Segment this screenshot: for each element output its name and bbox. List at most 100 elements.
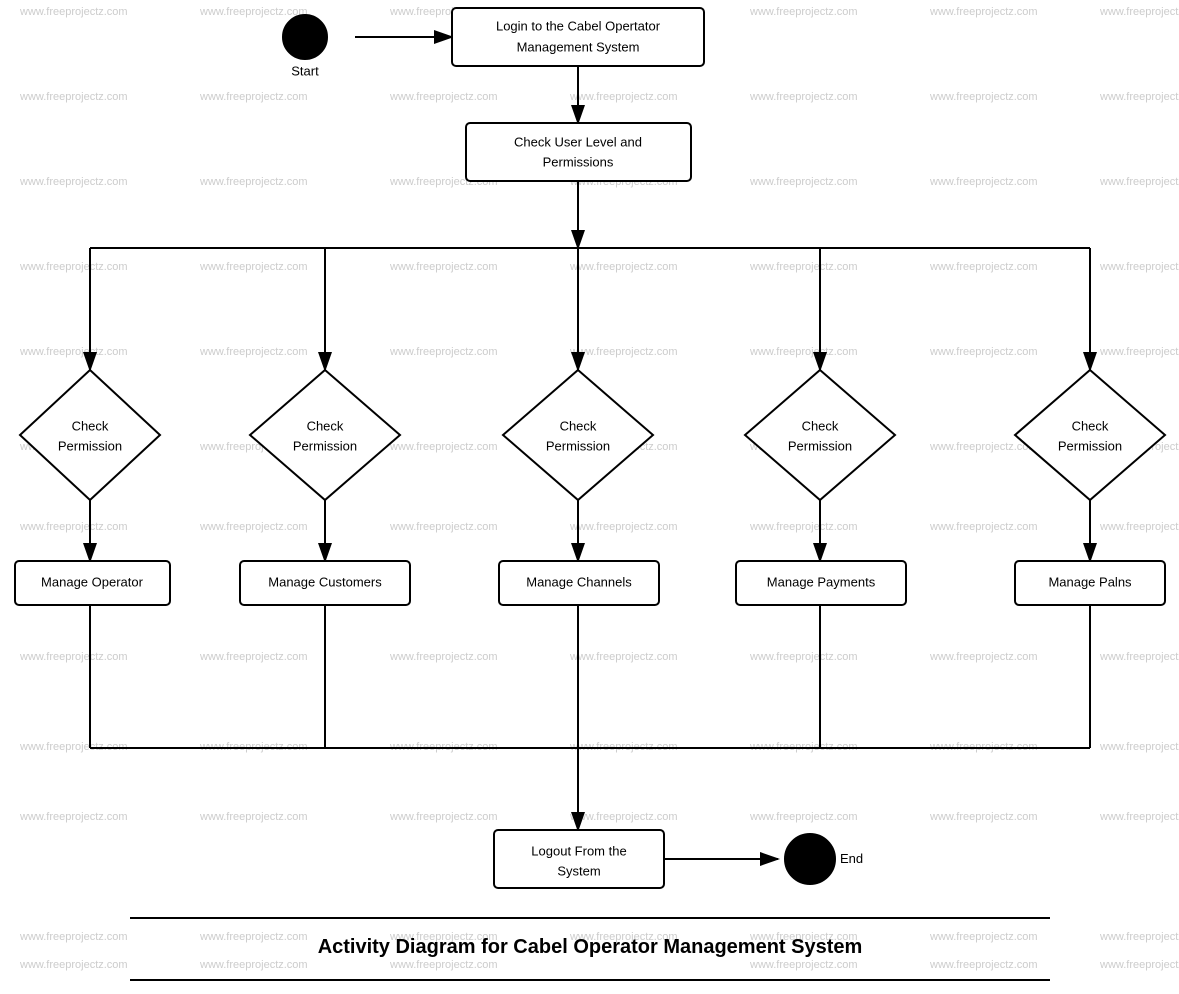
svg-text:www.freeprojectz.com: www.freeprojectz.com — [199, 959, 308, 971]
svg-text:www.freeprojectz.com: www.freeprojectz.com — [389, 959, 498, 971]
svg-text:www.freeprojectz.com: www.freeprojectz.com — [569, 91, 678, 103]
svg-text:www.freeprojectz.com: www.freeprojectz.com — [569, 521, 678, 533]
svg-text:www.freeprojectz.com: www.freeprojectz.com — [199, 346, 308, 358]
svg-text:www.freeprojectz.com: www.freeprojectz.com — [389, 441, 498, 453]
svg-text:www.freeprojectz.com: www.freeprojectz.com — [929, 651, 1038, 663]
svg-text:www.freeprojectz.com: www.freeprojectz.com — [199, 521, 308, 533]
check-perm3-label: Check — [560, 418, 597, 433]
svg-text:www.freeprojectz.com: www.freeprojectz.com — [1099, 6, 1179, 18]
check-perm1-node — [20, 370, 160, 500]
login-label2: Management System — [517, 39, 640, 54]
check-perm2-label: Check — [307, 418, 344, 433]
svg-text:www.freeprojectz.com: www.freeprojectz.com — [1099, 261, 1179, 273]
login-label: Login to the Cabel Opertator — [496, 18, 661, 33]
svg-text:www.freeprojectz.com: www.freeprojectz.com — [389, 346, 498, 358]
svg-text:www.freeprojectz.com: www.freeprojectz.com — [389, 521, 498, 533]
svg-text:www.freeprojectz.com: www.freeprojectz.com — [19, 261, 128, 273]
manage-plans-label: Manage Palns — [1048, 574, 1132, 589]
check-user-level-node — [466, 123, 691, 181]
logout-label: Logout From the — [531, 843, 626, 858]
svg-text:www.freeprojectz.com: www.freeprojectz.com — [929, 346, 1038, 358]
manage-customers-label: Manage Customers — [268, 574, 382, 589]
svg-text:www.freeprojectz.com: www.freeprojectz.com — [929, 441, 1038, 453]
diagram-container: www.freeprojectz.com www.freeprojectz.co… — [0, 0, 1179, 989]
svg-text:www.freeprojectz.com: www.freeprojectz.com — [19, 931, 128, 943]
svg-text:www.freeprojectz.com: www.freeprojectz.com — [569, 651, 678, 663]
diagram-title: Activity Diagram for Cabel Operator Mana… — [318, 936, 863, 958]
check-perm1-label: Check — [72, 418, 109, 433]
svg-text:www.freeprojectz.com: www.freeprojectz.com — [389, 91, 498, 103]
check-user-level-label2: Permissions — [543, 154, 614, 169]
svg-text:www.freeprojectz.com: www.freeprojectz.com — [929, 176, 1038, 188]
svg-text:www.freeprojectz.com: www.freeprojectz.com — [199, 931, 308, 943]
svg-text:www.freeprojectz.com: www.freeprojectz.com — [19, 6, 128, 18]
svg-text:www.freeprojectz.com: www.freeprojectz.com — [1099, 346, 1179, 358]
svg-text:www.freeprojectz.com: www.freeprojectz.com — [569, 261, 678, 273]
svg-text:www.freeprojectz.com: www.freeprojectz.com — [749, 261, 858, 273]
svg-text:www.freeprojectz.com: www.freeprojectz.com — [929, 91, 1038, 103]
check-perm3-node — [503, 370, 653, 500]
end-node — [785, 834, 835, 884]
svg-text:www.freeprojectz.com: www.freeprojectz.com — [19, 811, 128, 823]
svg-text:www.freeprojectz.com: www.freeprojectz.com — [199, 91, 308, 103]
svg-text:www.freeprojectz.com: www.freeprojectz.com — [749, 176, 858, 188]
svg-text:www.freeprojectz.com: www.freeprojectz.com — [1099, 91, 1179, 103]
svg-text:www.freeprojectz.com: www.freeprojectz.com — [199, 176, 308, 188]
svg-text:www.freeprojectz.com: www.freeprojectz.com — [929, 261, 1038, 273]
check-perm5-label: Check — [1072, 418, 1109, 433]
svg-text:www.freeprojectz.com: www.freeprojectz.com — [1099, 931, 1179, 943]
svg-text:www.freeprojectz.com: www.freeprojectz.com — [389, 261, 498, 273]
check-user-level-label: Check User Level and — [514, 134, 642, 149]
svg-text:www.freeprojectz.com: www.freeprojectz.com — [19, 651, 128, 663]
svg-text:www.freeprojectz.com: www.freeprojectz.com — [749, 651, 858, 663]
check-perm5-label2: Permission — [1058, 438, 1122, 453]
svg-text:www.freeprojectz.com: www.freeprojectz.com — [929, 521, 1038, 533]
check-perm2-node — [250, 370, 400, 500]
svg-text:www.freeprojectz.com: www.freeprojectz.com — [1099, 651, 1179, 663]
svg-text:www.freeprojectz.com: www.freeprojectz.com — [1099, 959, 1179, 971]
svg-text:www.freeprojectz.com: www.freeprojectz.com — [749, 521, 858, 533]
svg-text:www.freeprojectz.com: www.freeprojectz.com — [569, 811, 678, 823]
svg-text:www.freeprojectz.com: www.freeprojectz.com — [749, 6, 858, 18]
svg-text:www.freeprojectz.com: www.freeprojectz.com — [749, 811, 858, 823]
svg-text:www.freeprojectz.com: www.freeprojectz.com — [199, 651, 308, 663]
login-node — [452, 8, 704, 66]
start-node — [283, 15, 327, 59]
svg-text:www.freeprojectz.com: www.freeprojectz.com — [389, 651, 498, 663]
svg-text:www.freeprojectz.com: www.freeprojectz.com — [1099, 176, 1179, 188]
check-perm4-label2: Permission — [788, 438, 852, 453]
svg-text:www.freeprojectz.com: www.freeprojectz.com — [199, 261, 308, 273]
check-perm3-label2: Permission — [546, 438, 610, 453]
svg-text:www.freeprojectz.com: www.freeprojectz.com — [19, 91, 128, 103]
svg-text:www.freeprojectz.com: www.freeprojectz.com — [749, 91, 858, 103]
logout-label2: System — [557, 863, 600, 878]
svg-text:www.freeprojectz.com: www.freeprojectz.com — [1099, 811, 1179, 823]
svg-text:www.freeprojectz.com: www.freeprojectz.com — [19, 959, 128, 971]
check-perm5-node — [1015, 370, 1165, 500]
svg-text:www.freeprojectz.com: www.freeprojectz.com — [749, 346, 858, 358]
svg-text:www.freeprojectz.com: www.freeprojectz.com — [199, 6, 308, 18]
svg-text:www.freeprojectz.com: www.freeprojectz.com — [569, 346, 678, 358]
end-label: End — [840, 851, 863, 866]
svg-text:www.freeprojectz.com: www.freeprojectz.com — [19, 521, 128, 533]
check-perm4-node — [745, 370, 895, 500]
svg-text:www.freeprojectz.com: www.freeprojectz.com — [929, 931, 1038, 943]
svg-text:www.freeprojectz.com: www.freeprojectz.com — [19, 346, 128, 358]
svg-text:www.freeprojectz.com: www.freeprojectz.com — [929, 811, 1038, 823]
manage-payments-label: Manage Payments — [767, 574, 876, 589]
check-perm1-label2: Permission — [58, 438, 122, 453]
svg-text:www.freeprojectz.com: www.freeprojectz.com — [19, 176, 128, 188]
svg-text:www.freeprojectz.com: www.freeprojectz.com — [199, 811, 308, 823]
manage-channels-label: Manage Channels — [526, 574, 632, 589]
check-perm4-label: Check — [802, 418, 839, 433]
svg-text:www.freeprojectz.com: www.freeprojectz.com — [749, 959, 858, 971]
check-perm2-label2: Permission — [293, 438, 357, 453]
svg-text:www.freeprojectz.com: www.freeprojectz.com — [389, 811, 498, 823]
manage-operator-label: Manage Operator — [41, 574, 144, 589]
svg-text:www.freeprojectz.com: www.freeprojectz.com — [929, 959, 1038, 971]
svg-text:www.freeprojectz.com: www.freeprojectz.com — [929, 6, 1038, 18]
svg-text:www.freeprojectz.com: www.freeprojectz.com — [1099, 741, 1179, 753]
logout-node — [494, 830, 664, 888]
svg-text:www.freeprojectz.com: www.freeprojectz.com — [1099, 521, 1179, 533]
start-label: Start — [291, 63, 319, 78]
